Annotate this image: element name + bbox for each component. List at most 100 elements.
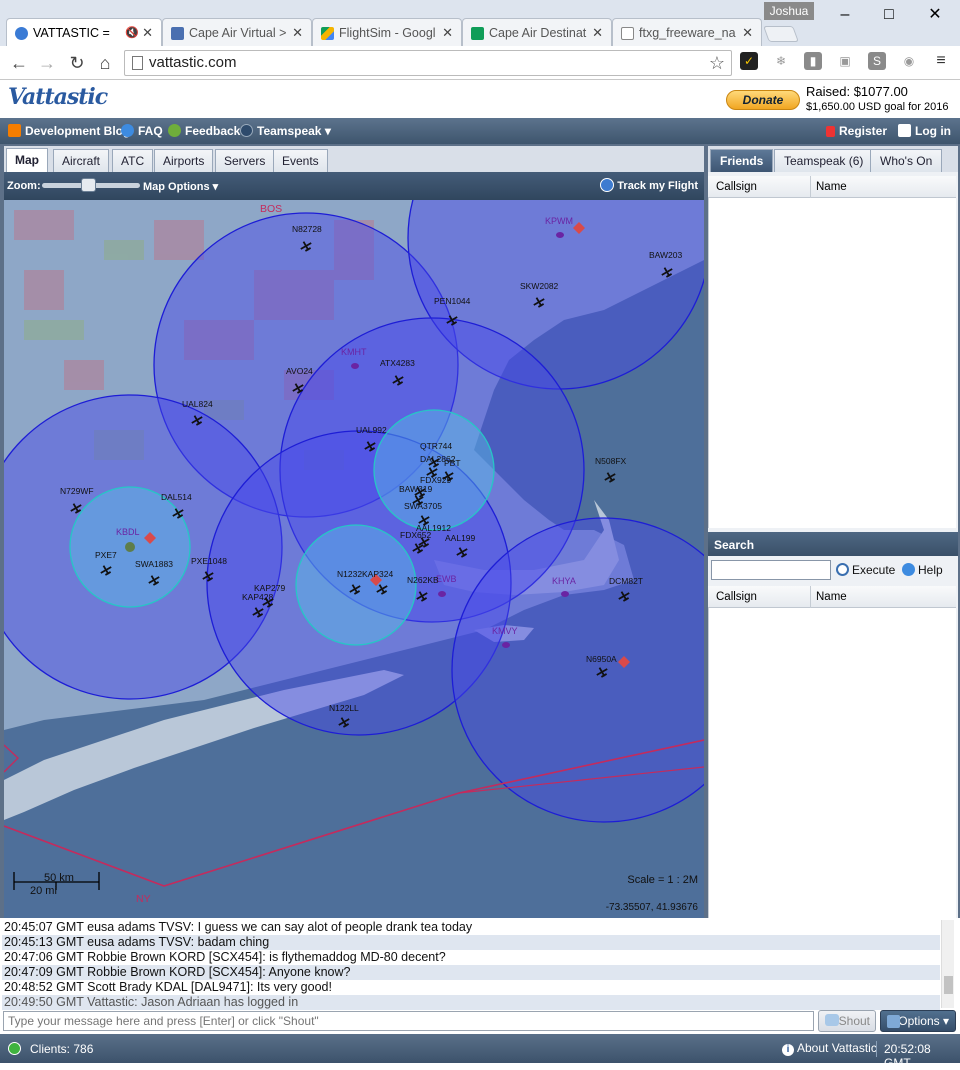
- donate-button[interactable]: Donate: [726, 90, 800, 110]
- aircraft-callsign-label[interactable]: ATX4283: [380, 358, 415, 368]
- aircraft-callsign-label[interactable]: PXE1048: [191, 556, 227, 566]
- aircraft-callsign-label[interactable]: DCM82T: [609, 576, 643, 586]
- close-icon[interactable]: ✕: [292, 19, 303, 46]
- aircraft-callsign-label[interactable]: PXE7: [95, 550, 117, 560]
- execute-button[interactable]: Execute: [836, 563, 895, 577]
- airport-label[interactable]: KMVY: [492, 626, 518, 636]
- tab-friends[interactable]: Friends: [710, 149, 774, 172]
- aircraft-callsign-label[interactable]: SWA1883: [135, 559, 173, 569]
- browser-tab-vattastic[interactable]: VATTASTIC = 🔇 ✕: [6, 18, 162, 47]
- aircraft-callsign-label[interactable]: N122LL: [329, 703, 359, 713]
- aircraft-callsign-label[interactable]: DAL514: [161, 492, 192, 502]
- extension-circle-icon[interactable]: ◉: [900, 52, 918, 70]
- tab-atc[interactable]: ATC: [112, 149, 154, 172]
- aircraft-callsign-label[interactable]: AVO24: [286, 366, 313, 376]
- close-icon[interactable]: ✕: [142, 19, 153, 47]
- menu-feedback[interactable]: Feedback: [168, 124, 240, 138]
- browser-tab-cape-air-destinations[interactable]: Cape Air Destinat ✕: [462, 18, 612, 46]
- airport-label[interactable]: BOS: [260, 203, 282, 215]
- new-tab-button[interactable]: [763, 26, 799, 42]
- maximize-icon[interactable]: □: [874, 4, 904, 26]
- aircraft-callsign-label[interactable]: N82728: [292, 224, 322, 234]
- aircraft-callsign-label[interactable]: QTR744: [420, 441, 452, 451]
- aircraft-callsign-label[interactable]: PEN1044: [434, 296, 471, 306]
- close-icon[interactable]: ✕: [592, 19, 603, 46]
- aircraft-callsign-label[interactable]: N6950A: [586, 654, 617, 664]
- menu-faq[interactable]: FAQ: [121, 124, 163, 138]
- reload-icon[interactable]: ↻: [66, 52, 88, 74]
- close-window-icon[interactable]: ✕: [920, 4, 950, 26]
- close-icon[interactable]: ✕: [742, 19, 753, 46]
- aircraft-callsign-label[interactable]: KAP324: [362, 569, 393, 579]
- col-callsign[interactable]: Callsign: [716, 181, 757, 193]
- back-arrow-icon[interactable]: ←: [8, 52, 30, 74]
- col-name[interactable]: Name: [816, 591, 847, 603]
- flight-map[interactable]: BOS KPWM KMHT KBDL EWB KHYA KMVY NY N82728 PEN104…: [4, 200, 704, 918]
- col-name[interactable]: Name: [816, 181, 847, 193]
- mute-icon[interactable]: 🔇: [125, 19, 139, 47]
- aircraft-callsign-label[interactable]: N1232: [337, 569, 362, 579]
- airport-label[interactable]: KBDL: [116, 527, 140, 537]
- aircraft-callsign-label[interactable]: N729WF: [60, 486, 94, 496]
- aircraft-callsign-label[interactable]: BAW319: [399, 484, 433, 494]
- aircraft-callsign-label[interactable]: KAP428: [242, 592, 273, 602]
- aircraft-callsign-label[interactable]: UAL992: [356, 425, 387, 435]
- airport-label[interactable]: EWB: [436, 574, 457, 584]
- menu-login[interactable]: Log in: [898, 124, 951, 138]
- about-link[interactable]: i About Vattastic: [782, 1041, 877, 1056]
- tab-aircraft[interactable]: Aircraft: [53, 149, 110, 172]
- tab-servers[interactable]: Servers: [215, 149, 275, 172]
- tab-whos-on[interactable]: Who's On: [870, 149, 943, 172]
- airport-label[interactable]: KPWM: [545, 216, 573, 226]
- browser-tab-ftxg[interactable]: ftxg_freeware_na ✕: [612, 18, 762, 46]
- extension-shield-icon[interactable]: ▮: [804, 52, 822, 70]
- extension-snowflake-icon[interactable]: ❄: [772, 52, 790, 70]
- map-options-dropdown[interactable]: Map Options ▾: [143, 180, 218, 193]
- aircraft-icon[interactable]: [602, 470, 617, 485]
- options-button[interactable]: Options ▾: [880, 1010, 956, 1032]
- profile-badge[interactable]: Joshua: [764, 2, 814, 20]
- url-field[interactable]: vattastic.com ☆: [124, 50, 732, 76]
- tab-events[interactable]: Events: [273, 149, 328, 172]
- tab-airports[interactable]: Airports: [154, 149, 214, 172]
- aircraft-callsign-label[interactable]: AAL199: [445, 533, 476, 543]
- forward-arrow-icon[interactable]: →: [36, 52, 58, 74]
- aircraft-callsign-label[interactable]: AAL1912: [416, 523, 451, 533]
- help-button[interactable]: Help: [902, 563, 943, 577]
- aircraft-callsign-label[interactable]: SKW2082: [520, 281, 559, 291]
- close-icon[interactable]: ✕: [442, 19, 453, 46]
- tab-teamspeak[interactable]: Teamspeak (6): [774, 149, 874, 172]
- track-flight-button[interactable]: Track my Flight: [600, 178, 698, 192]
- bookmark-star-icon[interactable]: ☆: [709, 51, 725, 75]
- home-icon[interactable]: ⌂: [94, 52, 116, 74]
- menu-icon[interactable]: ≡: [932, 52, 950, 70]
- minimize-icon[interactable]: –: [830, 4, 860, 26]
- menu-development-blog[interactable]: Development Blog: [8, 124, 130, 138]
- menu-teamspeak[interactable]: Teamspeak ▾: [240, 124, 331, 138]
- aircraft-callsign-label[interactable]: SWA3705: [404, 501, 442, 511]
- menu-register[interactable]: Register: [826, 124, 887, 138]
- aircraft-callsign-label[interactable]: N262KB: [407, 575, 439, 585]
- extension-monitor-icon[interactable]: ▣: [836, 52, 854, 70]
- airport-label[interactable]: KHYA: [552, 576, 576, 586]
- chat-input[interactable]: [3, 1011, 814, 1031]
- airport-label[interactable]: KMHT: [341, 347, 367, 357]
- aircraft-callsign-label[interactable]: BAW203: [649, 250, 683, 260]
- aircraft-callsign-label[interactable]: UAL824: [182, 399, 213, 409]
- chat-scrollbar[interactable]: [941, 920, 954, 1008]
- browser-tab-cape-air-virtual[interactable]: Cape Air Virtual > ✕: [162, 18, 312, 46]
- shout-button[interactable]: Shout: [818, 1010, 876, 1032]
- vattastic-logo[interactable]: Vattastic: [8, 84, 108, 110]
- extension-check-icon[interactable]: ✓: [740, 52, 758, 70]
- tab-map[interactable]: Map: [6, 148, 48, 172]
- aircraft-callsign-label[interactable]: N508FX: [595, 456, 627, 466]
- scrollbar-thumb[interactable]: [944, 976, 953, 994]
- airport-label[interactable]: NY: [136, 893, 151, 905]
- aircraft-callsign-label[interactable]: PBT: [444, 458, 461, 468]
- zoom-slider-handle[interactable]: [81, 178, 96, 192]
- vattastic-favicon-icon: [15, 27, 28, 40]
- col-callsign[interactable]: Callsign: [716, 591, 757, 603]
- search-input[interactable]: [711, 560, 831, 580]
- browser-tab-flightsim-drive[interactable]: FlightSim - Googl ✕: [312, 18, 462, 46]
- extension-s-icon[interactable]: S: [868, 52, 886, 70]
